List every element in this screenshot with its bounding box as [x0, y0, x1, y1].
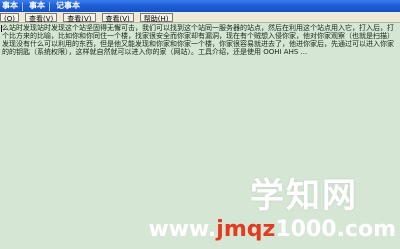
menu-bar: (O) 查看(V) 查看(V) 查看(V) 帮助(H) — [0, 12, 400, 23]
menu-item-format[interactable]: (O) — [0, 12, 19, 22]
title-bar: 事本 事本 记事本 — [0, 0, 400, 12]
watermark-logo: 学知网 — [214, 170, 394, 216]
title-divider — [49, 1, 50, 11]
menu-item-view-2[interactable]: 查看(V) — [63, 12, 96, 22]
editor-body-text[interactable]: 么站时发现站时发现这个站坚固得无懈可击，我们可以找到这个站同一服务器的站点，然后… — [2, 24, 398, 56]
menu-item-help[interactable]: 帮助(H) — [139, 12, 173, 22]
watermark-title: 学知网 — [250, 175, 358, 216]
watermark-url: www.jmqz1000.com — [148, 217, 396, 242]
watermark-url-suffix: 1000.com — [275, 216, 396, 242]
watermark-url-prefix: www. — [148, 216, 217, 242]
menu-item-view-3[interactable]: 查看(V) — [101, 12, 134, 22]
window-title-1: 事本 — [2, 1, 18, 10]
window-title-2: 事本 — [29, 1, 45, 10]
menu-item-view-1[interactable]: 查看(V) — [24, 12, 58, 22]
watermark-url-row: www.jmqz1000.com — [148, 216, 400, 242]
watermark-url-highlight: jmqz — [216, 216, 276, 242]
window-title-3: 记事本 — [56, 1, 80, 10]
title-divider — [22, 1, 23, 11]
